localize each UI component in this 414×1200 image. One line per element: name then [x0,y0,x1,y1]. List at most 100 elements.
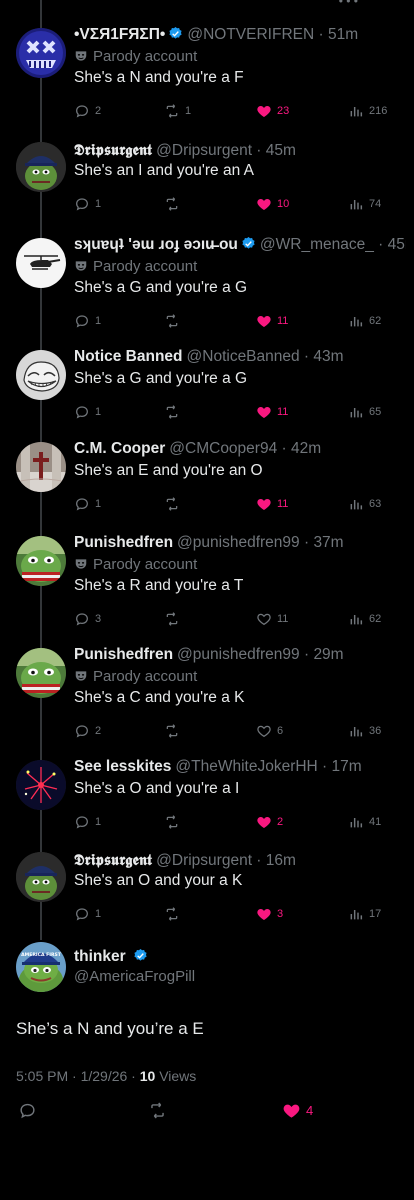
reply-button[interactable]: 1 [74,812,101,832]
repost-button[interactable]: 1 [164,101,191,121]
like-button[interactable]: 11 [256,494,288,514]
views-button[interactable]: 74 [348,194,381,214]
repost-icon [166,612,178,626]
reply-button[interactable]: 3 [74,609,101,629]
author-name[interactable]: See lesskites [74,758,171,775]
author-handle[interactable]: @WR_menace_ · 45m [260,236,406,253]
author-name[interactable]: Notice Banned [74,348,183,365]
views-count: 17 [369,908,382,920]
author-handle[interactable]: @AmericaFrogPill [74,968,195,985]
tweet-header: •VΣЯ1FЯΣΠ• @NOTVERIFREN · 51m [74,26,406,44]
timestamp: 45m [265,142,296,159]
tweet-header: sʞuɐɥʇ 'ǝɯ ɹoɟ ǝɔıu̶ ou @WR_menace_ · 45m [74,236,406,254]
author-handle[interactable]: @punishedfren99 · 29m [177,646,344,663]
author-name[interactable]: sʞuɐɥʇ 'ǝɯ ɹoɟ ǝɔıu̶ ou [74,236,238,253]
reply-button[interactable]: 2 [74,101,101,121]
more-options-icon[interactable]: • • • [339,0,358,8]
heart-filled-icon [257,106,271,117]
views-button[interactable]: 65 [348,402,381,422]
like-button[interactable]: 10 [256,194,289,214]
author-handle[interactable]: @NOTVERIFREN · 51m [187,26,358,43]
author-name[interactable]: •VΣЯ1FЯΣΠ• [74,26,165,43]
avatar[interactable] [16,442,66,492]
avatar[interactable] [16,28,66,78]
avatar[interactable] [16,536,66,586]
author-name[interactable]: 𝕯𝖗𝖎𝖕𝖘𝖚𝖗𝖌𝖊𝖓𝖙 [74,850,152,869]
reply-tweet[interactable]: sʞuɐɥʇ 'ǝɯ ɹoɟ ǝɔıu̶ ou @WR_menace_ · 45m… [0,230,414,342]
reply-tweet[interactable]: Punishedfren @punishedfren99 · 29m Parody … [0,640,414,752]
author-handle[interactable]: @Dripsurgent · 16m [156,852,296,869]
reply-button[interactable] [18,1100,42,1120]
reply-button[interactable]: 2 [74,721,101,741]
author-handle[interactable]: @Dripsurgent · 45m [156,142,296,159]
views-button[interactable]: 63 [348,494,381,514]
reply-button[interactable]: 1 [74,402,101,422]
repost-button[interactable] [164,721,185,741]
tweet-actions: 1 11 63 [74,494,394,514]
reply-icon [76,406,88,419]
views-button[interactable]: 17 [348,904,381,924]
tweet-header: 𝕯𝖗𝖎𝖕𝖘𝖚𝖗𝖌𝖊𝖓𝖙 @Dripsurgent · 16m [74,850,406,870]
reply-button[interactable]: 1 [74,311,101,331]
reply-icon [76,613,88,626]
author-handle[interactable]: @NoticeBanned · 43m [187,348,344,365]
repost-button[interactable] [148,1100,172,1120]
like-button[interactable]: 2 [256,812,283,832]
repost-button[interactable] [164,812,185,832]
views-count: 10 [139,1068,156,1084]
reply-count: 3 [95,613,102,625]
like-button[interactable]: 4 [282,1100,313,1120]
repost-button[interactable] [164,402,185,422]
like-button[interactable]: 3 [256,904,283,924]
like-button[interactable]: 23 [256,101,289,121]
views-icon [350,910,363,920]
views-button[interactable]: 216 [348,101,387,121]
avatar[interactable] [16,852,66,902]
reply-button[interactable]: 1 [74,494,101,514]
like-button[interactable]: 11 [256,609,288,629]
author-handle[interactable]: @punishedfren99 · 37m [177,534,344,551]
like-button[interactable]: 11 [256,402,288,422]
author-name[interactable]: Punishedfren [74,646,173,663]
author-name[interactable]: thinker [74,948,148,966]
author-handle[interactable]: @CMCooper94 · 42m [169,440,321,457]
heart-filled-icon [257,316,271,327]
like-button[interactable]: 11 [256,311,288,331]
repost-button[interactable] [164,194,185,214]
reply-tweet[interactable]: Punishedfren @punishedfren99 · 37m Parody … [0,528,414,640]
parody-label: Parody account [74,556,197,573]
reply-tweet[interactable]: •VΣЯ1FЯΣΠ• @NOTVERIFREN · 51m Parody accou… [0,20,414,132]
verified-badge-icon [242,236,255,249]
author-name[interactable]: 𝕯𝖗𝖎𝖕𝖘𝖚𝖗𝖌𝖊𝖓𝖙 [74,140,152,159]
repost-button[interactable] [164,311,185,331]
timestamp[interactable]: 5:05 PM · 1/29/26 · [16,1068,140,1084]
views-icon [350,200,363,210]
avatar[interactable] [16,648,66,698]
views-button[interactable]: 36 [348,721,381,741]
author-handle[interactable]: @TheWhiteJokerHH · 17m [175,758,361,775]
avatar[interactable] [16,760,66,810]
like-button[interactable]: 6 [256,721,283,741]
reply-button[interactable]: 1 [74,194,101,214]
parody-mask-icon [75,51,87,61]
author-name[interactable]: Punishedfren [74,534,173,551]
views-button[interactable]: 62 [348,311,381,331]
repost-button[interactable] [164,904,185,924]
timestamp: 29m [313,646,344,663]
repost-button[interactable] [164,494,185,514]
heart-filled-icon [283,1104,300,1118]
avatar[interactable] [16,142,66,192]
avatar[interactable] [16,350,66,400]
repost-icon [166,104,178,118]
repost-button[interactable] [164,609,185,629]
views-button[interactable]: 62 [348,609,381,629]
views-button[interactable]: 41 [348,812,381,832]
reply-button[interactable]: 1 [74,904,101,924]
reply-count: 1 [95,908,102,920]
tweet-actions: 3 11 62 [74,609,394,629]
views-count: 65 [369,406,382,418]
reply-tweet[interactable]: 𝕯𝖗𝖎𝖕𝖘𝖚𝖗𝖌𝖊𝖓𝖙 @Dripsurgent · 16m She's an O … [0,844,414,956]
avatar[interactable] [16,238,66,288]
author-name[interactable]: C.M. Cooper [74,440,165,457]
avatar[interactable]: AMERICA FIRST [16,942,66,992]
